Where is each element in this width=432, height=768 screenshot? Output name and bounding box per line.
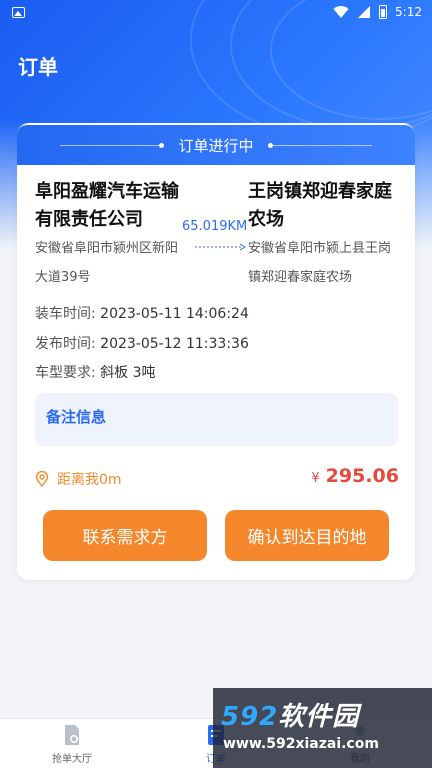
loading-time-label: 装车时间: — [35, 306, 96, 322]
confirm-arrival-button[interactable]: 确认到达目的地 — [225, 510, 389, 561]
watermark-logo-num: 592 — [221, 702, 279, 732]
loading-time-row: 装车时间: 2023-05-11 14:06:24 — [35, 303, 249, 323]
wifi-icon — [333, 6, 349, 19]
site-watermark: 592软件园 www.592xiazai.com — [213, 688, 432, 768]
publish-time-label: 发布时间: — [35, 336, 96, 352]
watermark-logo: 592软件园 — [221, 696, 359, 733]
origin-name: 阜阳盈耀汽车运输有限责任公司 — [35, 181, 179, 230]
remark-title: 备注信息 — [46, 408, 107, 426]
distance-from-me-text: 距离我0m — [57, 472, 122, 488]
remark-box: 备注信息 — [35, 393, 398, 446]
loading-time-value: 2023-05-11 14:06:24 — [100, 306, 249, 322]
route-arrow-icon — [195, 243, 246, 251]
price-amount: 295.06 — [325, 465, 399, 487]
status-time: 5:12 — [395, 5, 422, 19]
destination-block: 王岗镇郑迎春家庭农场 安徽省阜阳市颍上县王岗镇郑迎春家庭农场 — [248, 178, 403, 292]
destination-address: 安徽省阜阳市颍上县王岗镇郑迎春家庭农场 — [248, 241, 392, 285]
location-pin-icon — [35, 471, 49, 487]
origin-address: 安徽省阜阳市颍州区新阳大道39号 — [35, 241, 179, 285]
route-distance: 65.019KM — [182, 219, 248, 234]
hall-icon — [65, 725, 79, 745]
vehicle-label: 车型要求: — [35, 365, 96, 381]
tab-order-hall-label: 抢单大厅 — [52, 754, 92, 765]
order-status-banner: 订单进行中 — [17, 125, 415, 165]
publish-time-value: 2023-05-12 11:33:36 — [100, 336, 249, 352]
page-title: 订单 — [18, 57, 58, 79]
order-card[interactable]: 订单进行中 阜阳盈耀汽车运输有限责任公司 安徽省阜阳市颍州区新阳大道39号 65… — [17, 123, 415, 580]
vehicle-row: 车型要求: 斜板 3吨 — [35, 362, 156, 382]
battery-icon — [379, 5, 388, 19]
tab-order-hall[interactable]: 抢单大厅 — [0, 719, 144, 768]
watermark-logo-text: 软件园 — [278, 702, 360, 732]
signal-icon — [358, 6, 371, 18]
watermark-url: www.592xiazai.com — [223, 736, 379, 752]
vehicle-value: 斜板 3吨 — [100, 365, 156, 381]
publish-time-row: 发布时间: 2023-05-12 11:33:36 — [35, 333, 249, 353]
distance-from-me: 距离我0m — [35, 469, 122, 489]
gallery-icon — [12, 6, 25, 18]
contact-requester-button[interactable]: 联系需求方 — [43, 510, 207, 561]
origin-block: 阜阳盈耀汽车运输有限责任公司 安徽省阜阳市颍州区新阳大道39号 — [35, 178, 190, 292]
status-bar: 5:12 — [0, 0, 432, 24]
order-status-text: 订单进行中 — [178, 136, 254, 155]
order-price: ¥ 295.06 — [311, 465, 399, 487]
price-symbol: ¥ — [311, 471, 320, 486]
destination-name: 王岗镇郑迎春家庭农场 — [248, 181, 392, 230]
